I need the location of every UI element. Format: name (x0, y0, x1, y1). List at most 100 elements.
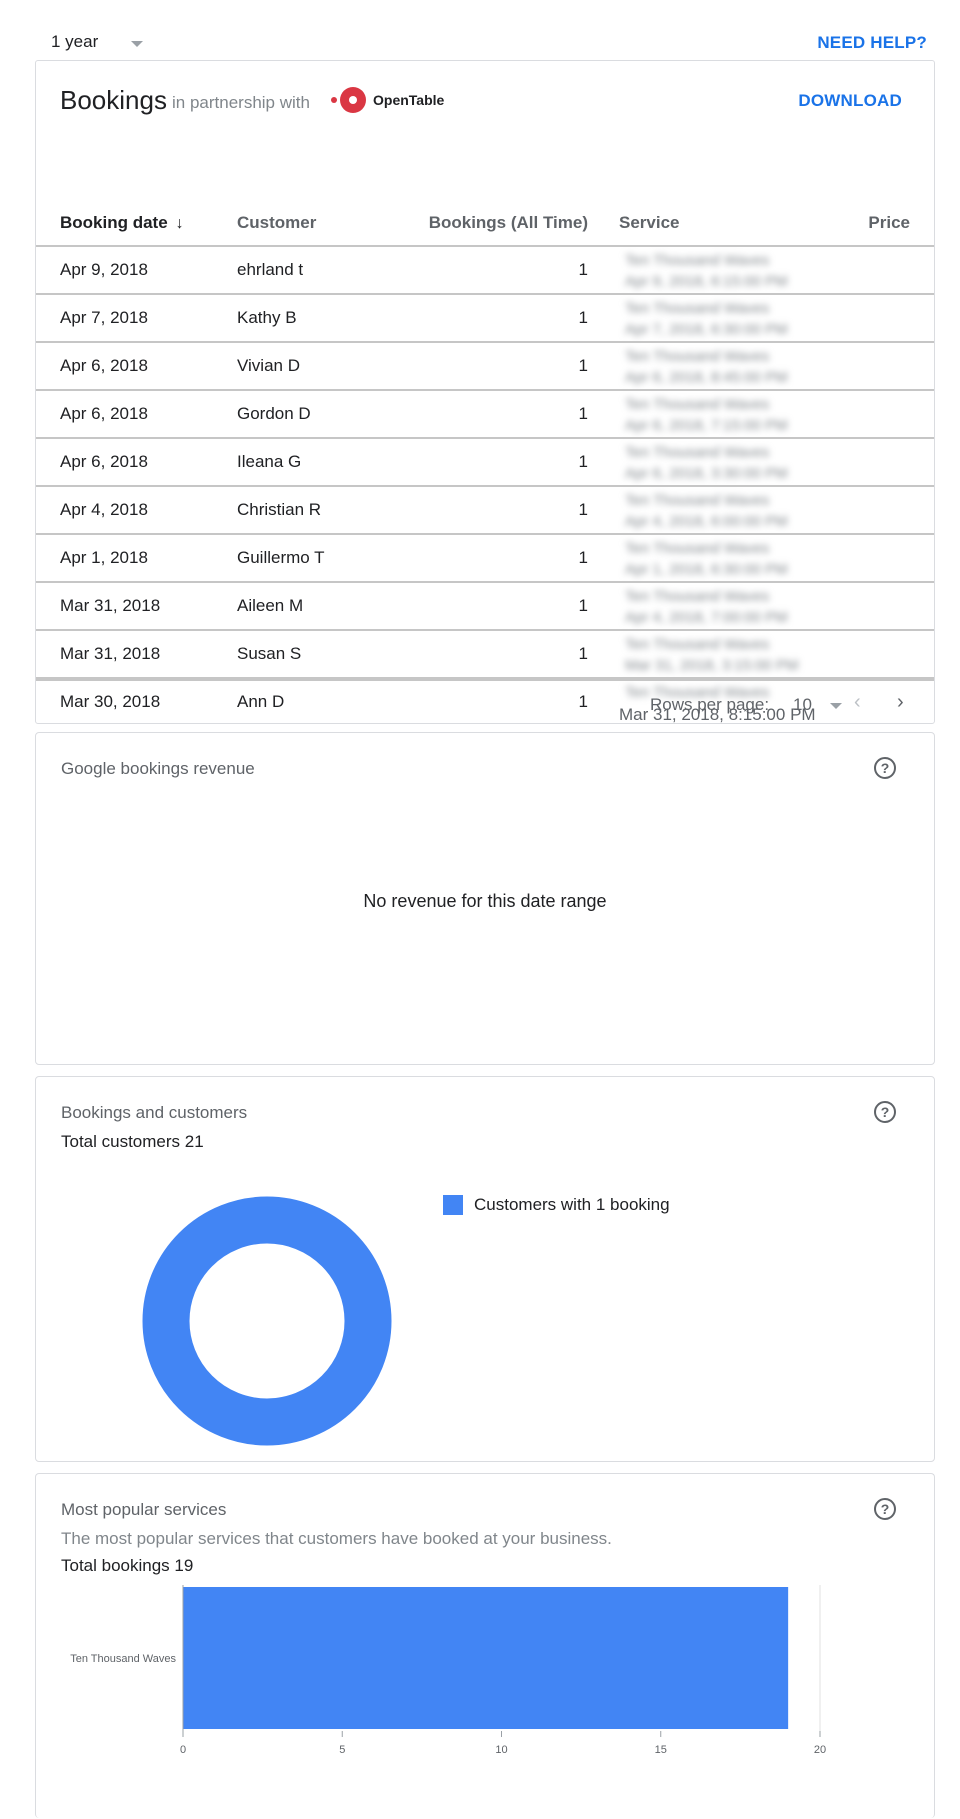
service-cell: Ten Thousand Waves Mar 31, 2018, 3:15:00 … (619, 633, 839, 677)
service-name: Ten Thousand Waves (625, 636, 770, 653)
download-button[interactable]: DOWNLOAD (798, 91, 902, 111)
service-cell: Ten Thousand Waves Apr 6, 2018, 3:30:00 P… (619, 441, 839, 485)
bookings-count-cell: 1 (578, 404, 588, 423)
revenue-title: Google bookings revenue (61, 759, 255, 778)
chevron-down-icon[interactable] (131, 41, 143, 47)
table-row[interactable]: Mar 31, 2018 Aileen M 1 Ten Thousand Waves A… (36, 581, 934, 629)
chevron-left-icon[interactable]: ‹ (854, 691, 861, 714)
help-icon[interactable]: ? (874, 757, 896, 779)
service-cell: Ten Thousand Waves Apr 9, 2018, 6:15:00 P… (619, 249, 839, 293)
table-row[interactable]: Apr 7, 2018 Kathy B 1 Ten Thousand Waves Apr… (36, 293, 934, 341)
service-time: Apr 6, 2018, 3:30:00 PM (625, 465, 788, 482)
booking-date-cell: Mar 31, 2018 (60, 596, 161, 615)
legend-swatch (443, 1195, 463, 1215)
revenue-card: Google bookings revenue ? No revenue for… (35, 732, 935, 1065)
tick-label: 5 (339, 1744, 345, 1756)
column-header-price[interactable]: Price (814, 213, 910, 233)
tick-label: 15 (655, 1744, 667, 1756)
help-icon[interactable]: ? (874, 1498, 896, 1520)
empty-revenue-message: No revenue for this date range (363, 891, 607, 911)
tick-label: 0 (180, 1744, 186, 1756)
table-header: Booking date ↓ Customer Bookings (All Tim… (36, 201, 934, 245)
bookings-card: Bookings in partnership with OpenTable D… (35, 60, 935, 724)
booking-date-cell: Apr 6, 2018 (60, 452, 148, 471)
booking-date-cell: Apr 6, 2018 (60, 356, 148, 375)
customer-cell: Vivian D (237, 356, 300, 375)
service-name: Ten Thousand Waves (625, 300, 770, 317)
table-pagination: Rows per page: 10 ‹ › (36, 679, 934, 723)
service-cell: Ten Thousand Waves Apr 4, 2018, 7:00:00 P… (619, 585, 839, 629)
service-name: Ten Thousand Waves (625, 444, 770, 461)
partner-text: in partnership with (172, 93, 310, 112)
service-time: Apr 4, 2018, 6:00:00 PM (625, 513, 788, 530)
services-card: Most popular services ? The most popular… (35, 1473, 935, 1818)
bookings-count-cell: 1 (578, 596, 588, 615)
booking-date-cell: Apr 1, 2018 (60, 548, 148, 567)
service-name: Ten Thousand Waves (625, 540, 770, 557)
table-row[interactable]: Apr 9, 2018 ehrland t 1 Ten Thousand Waves A… (36, 245, 934, 293)
opentable-dot-icon (331, 97, 337, 103)
category-label: Ten Thousand Waves (70, 1653, 176, 1665)
customer-cell: Aileen M (237, 596, 304, 615)
service-cell: Ten Thousand Waves Apr 6, 2018, 8:45:00 P… (619, 345, 839, 389)
date-range-select[interactable]: 1 year (51, 32, 98, 52)
bookings-count-cell: 1 (578, 356, 588, 375)
table-row[interactable]: Mar 31, 2018 Susan S 1 Ten Thousand Waves Ma… (36, 629, 934, 677)
tick-label: 10 (495, 1744, 507, 1756)
bookings-count-cell: 1 (578, 452, 588, 471)
opentable-logo: OpenTable (331, 85, 456, 115)
column-header-service[interactable]: Service (619, 213, 680, 233)
customers-donut-chart (142, 1196, 392, 1446)
service-name: Ten Thousand Waves (625, 492, 770, 509)
services-title: Most popular services (61, 1500, 227, 1519)
service-time: Apr 6, 2018, 8:45:00 PM (625, 369, 788, 386)
rows-per-page-select[interactable]: 10 (793, 695, 812, 715)
table-body: Apr 9, 2018 ehrland t 1 Ten Thousand Waves A… (36, 245, 934, 725)
service-name: Ten Thousand Waves (625, 252, 770, 269)
service-cell: Ten Thousand Waves Apr 6, 2018, 7:15:00 P… (619, 393, 839, 437)
help-icon[interactable]: ? (874, 1101, 896, 1123)
customers-title: Bookings and customers (61, 1103, 248, 1122)
table-row[interactable]: Apr 6, 2018 Vivian D 1 Ten Thousand Waves Ap… (36, 341, 934, 389)
opentable-ring-icon (340, 87, 366, 113)
booking-date-cell: Apr 9, 2018 (60, 260, 148, 279)
bookings-count-cell: 1 (578, 644, 588, 663)
service-name: Ten Thousand Waves (625, 348, 770, 365)
rows-per-page-label: Rows per page: (650, 695, 770, 714)
booking-date-cell: Mar 31, 2018 (60, 644, 161, 663)
service-time: Apr 4, 2018, 7:00:00 PM (625, 609, 788, 626)
service-cell: Ten Thousand Waves Apr 4, 2018, 6:00:00 P… (619, 489, 839, 533)
service-time: Apr 7, 2018, 6:30:00 PM (625, 321, 788, 338)
booking-date-cell: Apr 4, 2018 (60, 500, 148, 519)
bookings-count-cell: 1 (578, 260, 588, 279)
sort-arrow-icon[interactable]: ↓ (176, 215, 184, 233)
table-row[interactable]: Apr 6, 2018 Gordon D 1 Ten Thousand Waves Ap… (36, 389, 934, 437)
customer-cell: Kathy B (237, 308, 297, 327)
customer-cell: Ileana G (237, 452, 302, 471)
table-row[interactable]: Apr 1, 2018 Guillermo T 1 Ten Thousand Wave… (36, 533, 934, 581)
table-row[interactable]: Apr 6, 2018 Ileana G 1 Ten Thousand Waves Ap… (36, 437, 934, 485)
service-time: Apr 1, 2018, 6:30:00 PM (625, 561, 788, 578)
service-time: Mar 31, 2018, 3:15:00 PM (625, 657, 799, 674)
need-help-link[interactable]: NEED HELP? (817, 33, 927, 53)
customers-card: Bookings and customers ? Total customers… (35, 1076, 935, 1462)
bookings-count-cell: 1 (578, 500, 588, 519)
table-row[interactable]: Apr 4, 2018 Christian R 1 Ten Thousand Wave… (36, 485, 934, 533)
donut-slice[interactable] (142, 1196, 392, 1446)
bar[interactable] (183, 1587, 789, 1729)
customer-cell: ehrland t (237, 260, 304, 279)
column-header-bookings-all-time[interactable]: Bookings (All Time) (356, 213, 588, 233)
chevron-right-icon[interactable]: › (897, 691, 904, 714)
total-customers: Total customers 21 (61, 1132, 204, 1151)
services-description: The most popular services that customers… (61, 1529, 612, 1548)
service-cell: Ten Thousand Waves Apr 7, 2018, 6:30:00 P… (619, 297, 839, 341)
legend-label: Customers with 1 booking (474, 1195, 670, 1214)
column-header-booking-date[interactable]: Booking date ↓ (60, 213, 184, 233)
services-bar-chart: Ten Thousand Waves 0 5 10 15 20 (70, 1585, 826, 1756)
booking-date-cell: Apr 7, 2018 (60, 308, 148, 327)
chevron-down-icon[interactable] (830, 703, 842, 709)
service-time: Apr 9, 2018, 6:15:00 PM (625, 273, 788, 290)
customer-cell: Guillermo T (237, 548, 325, 567)
column-header-customer[interactable]: Customer (237, 213, 316, 233)
customer-cell: Gordon D (237, 404, 311, 423)
